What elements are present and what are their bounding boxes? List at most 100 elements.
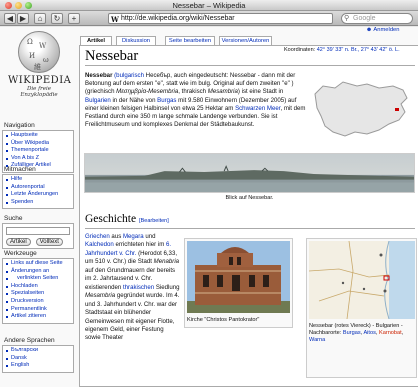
region-map-image[interactable] [308,240,415,320]
link-bulgarisch[interactable]: (bulgarisch [114,72,144,79]
location-marker [395,108,399,111]
forward-icon: ▶ [19,14,27,23]
coordinates-label: Koordinaten: [284,47,316,53]
andere-sprachen-heading: Andere Sprachen [4,337,55,344]
intro-italic: Μεσημβρία-Mesembria [116,88,179,96]
body-text: gegründet wurde. Im 4. und 3. Jahrhunder… [85,292,180,342]
back-icon: ◀ [6,14,14,23]
sidebar-item-lang-bulgarian[interactable]: Български [5,347,71,355]
sidebar-item-themenportale[interactable]: Themenportale [5,147,71,155]
link-thrakischen[interactable]: thrakischen [123,284,154,291]
sidebar-item-von-a-bis-z[interactable]: Von A bis Z [5,155,71,163]
church-image[interactable] [187,241,290,313]
address-bar[interactable]: W http://de.wikipedia.org/wiki/Nessebar [108,13,333,24]
sidebar-item-letzte-aenderungen[interactable]: Letzte Änderungen [5,191,71,199]
article-content: Nessebar Koordinaten: 42° 39' 33" n. Br.… [79,45,418,387]
sidebar-item-artikel-zitieren[interactable]: Artikel zitieren [5,313,71,321]
map-thumbnail: Nessebar (rotes Viereck) - Bulgarien - N… [306,238,417,378]
window-title: Nessebar – Wikipedia [172,1,246,10]
wikipedia-favicon-icon: W [111,15,119,24]
sidebar-item-links-auf-diese-seite[interactable]: Links auf diese Seite [5,260,71,268]
languages-portlet: Andere Sprachen Български Dansk English [2,337,74,373]
sidebar-item-ueber-wikipedia[interactable]: Über Wikipedia [5,140,71,148]
search-portlet: Suche Artikel Volltext [2,215,74,249]
puzzle-globe-icon: ΩW Иω 維 [18,31,60,73]
church-thumbnail: Kirche "Christos Pantokrator" [184,238,293,328]
home-icon: ⌂ [37,14,43,23]
window-titlebar: Nessebar – Wikipedia [0,0,418,11]
link-burgas-caption[interactable]: Burgas [343,330,361,336]
sidebar-item-spenden[interactable]: Spenden [5,199,71,207]
panorama-caption: Blick auf Nessebar. [225,195,274,201]
link-burgas[interactable]: Burgas [157,97,176,104]
reload-button[interactable]: ↻ [51,13,63,24]
mitmachen-portlet: Mitmachen Hilfe Autorenportal Letzte Änd… [2,166,74,210]
link-karnobat[interactable]: Karnobat [379,330,402,336]
search-icon: ⚲ [344,15,350,22]
link-aitos[interactable]: Aitos [363,330,375,336]
add-icon: + [71,14,77,23]
intro-text: in der Nähe von [110,96,158,104]
sidebar-item-hochladen[interactable]: Hochladen [5,283,71,291]
panorama-image[interactable] [84,153,415,193]
title-divider [85,65,415,66]
search-placeholder: Google [353,15,376,22]
intro-text: , thrakisch [178,88,208,96]
werkzeuge-portlet: Werkzeuge Links auf diese Seite Änderung… [2,250,74,324]
sidebar-item-lang-danish[interactable]: Dansk [5,355,71,363]
wikipedia-page: ΩW Иω 維 WIKIPEDIA Die freie Enzyklopädie… [0,27,418,387]
tab-artikel[interactable]: Artikel [80,36,112,45]
login-link[interactable]: ☻ Anmelden [366,27,400,33]
body-text: und [143,233,156,240]
sidebar-item-hilfe[interactable]: Hilfe [5,176,71,184]
intro-text: ) ist eine Stadt in [237,88,284,96]
body-text: Siedlung [154,283,180,291]
werkzeuge-heading: Werkzeuge [4,250,37,257]
bulgaria-locator-map[interactable] [309,72,415,148]
wikipedia-logo[interactable]: ΩW Иω 維 WIKIPEDIA Die freie Enzyklopädie [8,31,72,111]
tab-versionen-autoren[interactable]: Versionen/Autoren [219,36,272,45]
back-button[interactable]: ◀ [4,13,16,24]
address-bar-url: http://de.wikipedia.org/wiki/Nessebar [121,15,235,22]
add-bookmark-button[interactable]: + [68,13,80,24]
search-field[interactable]: ⚲ Google [341,13,413,24]
tab-seite-bearbeiten[interactable]: Seite bearbeiten [165,36,215,45]
link-warna[interactable]: Warna [309,337,325,343]
sidebar-item-druckversion[interactable]: Druckversion [5,298,71,306]
mitmachen-heading: Mitmachen [4,166,36,173]
page-title: Nessebar [85,48,139,64]
sidebar-item-verlinkten-seiten[interactable]: verlinkten Seiten [5,275,71,283]
coordinates: Koordinaten: 42° 39' 33" n. Br., 27° 43'… [284,47,400,53]
forward-button[interactable]: ▶ [17,13,29,24]
body-text: errichteten hier im [113,241,166,249]
sidebar-item-spezialseiten[interactable]: Spezialseiten [5,290,71,298]
sidebar-item-aenderungen-an[interactable]: Änderungen an [5,268,71,276]
link-kalchedon[interactable]: Kalchedon [85,241,114,248]
sidebar-item-lang-english[interactable]: English [5,362,71,370]
link-megara[interactable]: Megara [123,233,144,240]
intro-italic: Mesambria [207,88,238,96]
church-caption: Kirche "Christos Pantokrator" [187,317,260,323]
map-caption: Nessebar (rotes Viereck) - Bulgarien - N… [309,323,414,345]
link-schwarzes-meer[interactable]: Schwarzen Meer [235,105,280,112]
home-button[interactable]: ⌂ [34,13,46,24]
section-divider [85,228,415,229]
sidebar-item-hauptseite[interactable]: Hauptseite [5,132,71,140]
intro-bold-title: Nessebar [85,72,113,79]
artikel-button[interactable]: Artikel [6,238,31,246]
reload-icon: ↻ [53,14,61,23]
map-caption-sep: , [401,330,404,337]
link-bulgarien[interactable]: Bulgarien [85,97,111,104]
logo-wordmark: WIKIPEDIA [8,75,72,86]
coordinates-value[interactable]: 42° 39' 33" n. Br., 27° 43' 42" ö. L. [317,47,400,53]
tab-diskussion[interactable]: Diskussion [116,36,156,45]
section-title: Geschichte [85,213,137,225]
edit-section-link[interactable]: [Bearbeiten] [139,218,169,224]
wiki-search-input[interactable] [6,227,70,235]
logo-tagline: Die freie Enzyklopädie [20,86,58,98]
browser-toolbar: ◀ ▶ ⌂ ↻ + W http://de.wikipedia.org/wiki… [0,11,418,26]
link-griechen[interactable]: Griechen [85,233,110,240]
sidebar-item-permanentlink[interactable]: Permanentlink [5,306,71,314]
body-text: aus [109,233,123,240]
volltext-button[interactable]: Volltext [35,238,63,246]
